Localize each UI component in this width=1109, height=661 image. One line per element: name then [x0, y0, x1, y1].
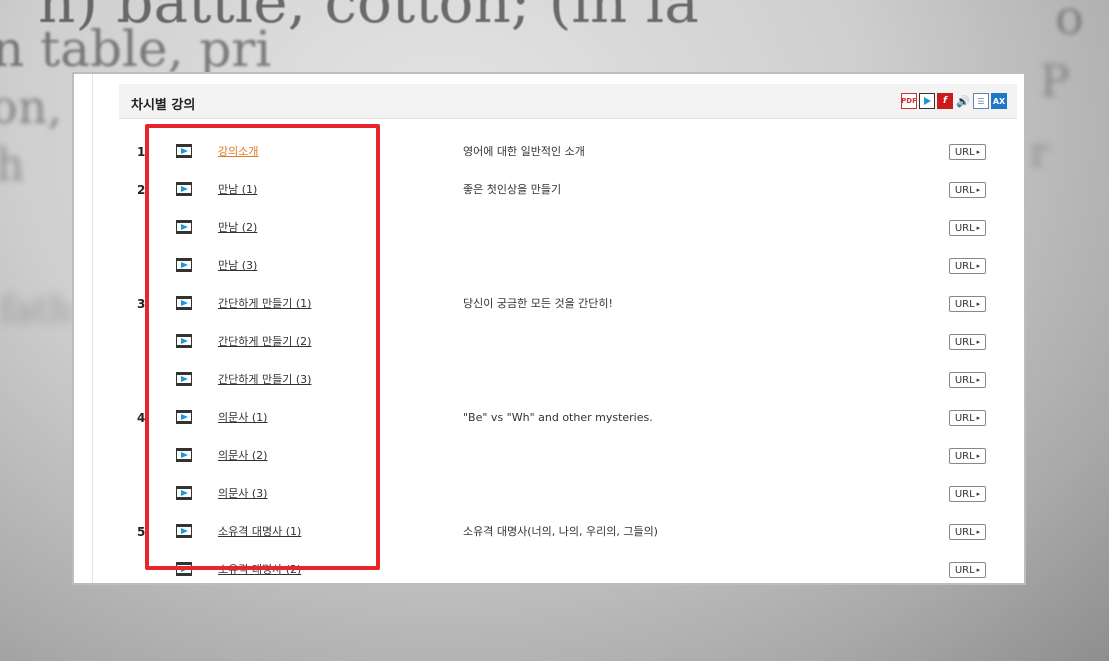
flash-icon[interactable]: f — [937, 93, 953, 109]
lecture-row: 간단하게 만들기 (2) URL — [93, 332, 1023, 370]
video-play-icon[interactable] — [176, 410, 192, 424]
background-text-line: fath — [0, 290, 73, 331]
ax-icon[interactable]: AX — [991, 93, 1007, 109]
url-button[interactable]: URL — [949, 296, 986, 312]
lecture-row: 의문사 (3) URL — [93, 484, 1023, 522]
url-button[interactable]: URL — [949, 448, 986, 464]
video-play-icon[interactable] — [176, 182, 192, 196]
video-play-icon[interactable] — [176, 334, 192, 348]
lecture-title-link[interactable]: 만남 (3) — [218, 256, 257, 276]
video-play-icon[interactable] — [176, 562, 192, 576]
lecture-title-link[interactable]: 소유격 대명사 (2) — [218, 560, 301, 580]
url-button[interactable]: URL — [949, 334, 986, 350]
background-text-line: P — [1040, 56, 1070, 107]
lecture-row: 4. 의문사 (1) "Be" vs "Wh" and other mysterie… — [93, 408, 1023, 446]
lecture-title-link[interactable]: 만남 (1) — [218, 180, 257, 200]
url-button[interactable]: URL — [949, 486, 986, 502]
lecture-number: 1. — [137, 145, 150, 159]
section-title: 차시별 강의 — [131, 98, 196, 113]
background-text-line: n table, pri — [0, 20, 272, 78]
lecture-row: 만남 (2) URL — [93, 218, 1023, 256]
video-icon[interactable] — [919, 93, 935, 109]
lecture-title-link[interactable]: 의문사 (3) — [218, 484, 267, 504]
background-text-line: h — [0, 140, 25, 191]
background-text-line: o — [1055, 0, 1084, 46]
lecture-row: 3. 간단하게 만들기 (1) 당신이 궁금한 모든 것을 간단히! URL — [93, 294, 1023, 332]
background-text-line: r — [1030, 130, 1050, 176]
url-button[interactable]: URL — [949, 410, 986, 426]
document-icon[interactable]: ☰ — [973, 93, 989, 109]
format-icons: PDF f 🔊 ☰ AX — [901, 93, 1007, 109]
lecture-row: 1. 강의소개 영어에 대한 일반적인 소개 URL — [93, 142, 1023, 180]
video-play-icon[interactable] — [176, 372, 192, 386]
lecture-row: 의문사 (2) URL — [93, 446, 1023, 484]
lecture-title-link[interactable]: 간단하게 만들기 (3) — [218, 370, 311, 390]
lecture-row: 5. 소유격 대명사 (1) 소유격 대명사(너의, 나의, 우리의, 그들의) UR… — [93, 522, 1023, 560]
lecture-title-link[interactable]: 간단하게 만들기 (1) — [218, 294, 311, 314]
video-play-icon[interactable] — [176, 220, 192, 234]
url-button[interactable]: URL — [949, 372, 986, 388]
lecture-title-link[interactable]: 만남 (2) — [218, 218, 257, 238]
lecture-title-link[interactable]: 소유격 대명사 (1) — [218, 522, 301, 542]
lecture-title-link[interactable]: 의문사 (1) — [218, 408, 267, 428]
lecture-row: 소유격 대명사 (2) URL — [93, 560, 1023, 583]
lecture-description: 당신이 궁금한 모든 것을 간단히! — [463, 297, 613, 310]
lecture-description: 영어에 대한 일반적인 소개 — [463, 145, 585, 158]
lecture-number: 3. — [137, 297, 150, 311]
audio-icon[interactable]: 🔊 — [955, 93, 971, 109]
video-play-icon[interactable] — [176, 144, 192, 158]
pdf-icon[interactable]: PDF — [901, 93, 917, 109]
background-text-line: n) battle, cotton; (in la — [38, 0, 699, 36]
video-play-icon[interactable] — [176, 524, 192, 538]
video-play-icon[interactable] — [176, 258, 192, 272]
lecture-number: 4. — [137, 411, 150, 425]
lecture-description: "Be" vs "Wh" and other mysteries. — [463, 411, 653, 424]
lecture-list-container: 차시별 강의 PDF f 🔊 ☰ AX 1. 강의소개 영어에 대한 일반적인 소개… — [92, 74, 1023, 583]
video-play-icon[interactable] — [176, 296, 192, 310]
lecture-title-link[interactable]: 강의소개 — [218, 142, 258, 162]
lecture-title-link[interactable]: 의문사 (2) — [218, 446, 267, 466]
lecture-title-link[interactable]: 간단하게 만들기 (2) — [218, 332, 311, 352]
lecture-row: 간단하게 만들기 (3) URL — [93, 370, 1023, 408]
lecture-number: 2. — [137, 183, 150, 197]
url-button[interactable]: URL — [949, 220, 986, 236]
section-header: 차시별 강의 PDF f 🔊 ☰ AX — [119, 84, 1017, 119]
lecture-panel: 차시별 강의 PDF f 🔊 ☰ AX 1. 강의소개 영어에 대한 일반적인 소개… — [72, 72, 1026, 585]
url-button[interactable]: URL — [949, 144, 986, 160]
lecture-description: 좋은 첫인상을 만들기 — [463, 183, 562, 196]
url-button[interactable]: URL — [949, 182, 986, 198]
video-play-icon[interactable] — [176, 486, 192, 500]
lecture-description: 소유격 대명사(너의, 나의, 우리의, 그들의) — [463, 525, 658, 538]
lecture-row: 만남 (3) URL — [93, 256, 1023, 294]
url-button[interactable]: URL — [949, 524, 986, 540]
lecture-number: 5. — [137, 525, 150, 539]
lecture-row: 2. 만남 (1) 좋은 첫인상을 만들기 URL — [93, 180, 1023, 218]
url-button[interactable]: URL — [949, 562, 986, 578]
video-play-icon[interactable] — [176, 448, 192, 462]
url-button[interactable]: URL — [949, 258, 986, 274]
